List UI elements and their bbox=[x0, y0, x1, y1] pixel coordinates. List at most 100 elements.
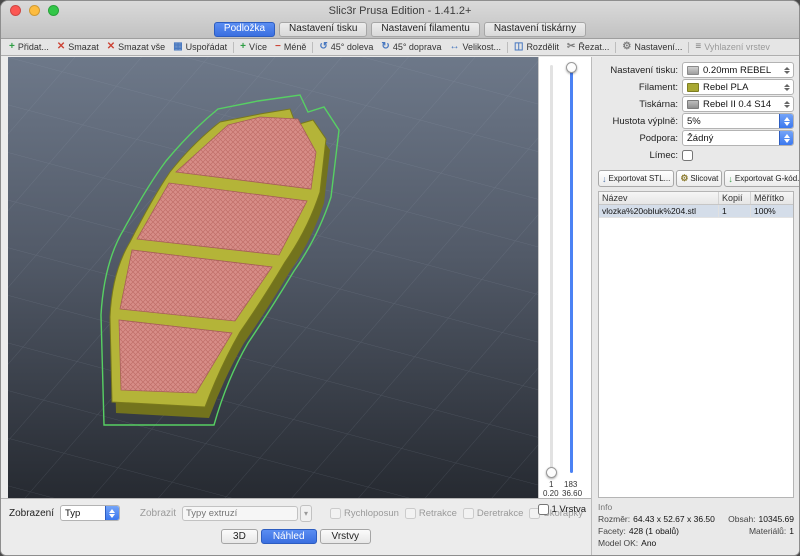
print-settings-label: Nastavení tisku: bbox=[598, 65, 678, 76]
toolbar-arrange[interactable]: ▦Uspořádat bbox=[169, 39, 231, 55]
toolbar-cut[interactable]: ✂Řezat... bbox=[563, 39, 613, 55]
bed-3d-view[interactable] bbox=[8, 57, 538, 498]
tab-print-settings[interactable]: Nastavení tisku bbox=[279, 22, 367, 37]
fewer-copies-icon: − bbox=[275, 42, 281, 52]
view-mode-label: Zobrazení bbox=[9, 508, 54, 519]
rotate-left-icon: ↺ bbox=[319, 42, 327, 52]
upper-layer-slider-knob[interactable] bbox=[566, 62, 577, 73]
export-stl-button[interactable]: ↓Exportovat STL... bbox=[598, 170, 674, 187]
toolbar-more[interactable]: +Více bbox=[236, 39, 271, 55]
chevron-updown-icon bbox=[781, 101, 793, 108]
lower-layer-slider-knob[interactable] bbox=[546, 467, 557, 478]
column-header-scale[interactable]: Měřítko bbox=[751, 192, 793, 204]
filament-combo[interactable]: Rebel PLA bbox=[682, 79, 794, 95]
object-name-cell: vlozka%20obluk%204.stl bbox=[599, 205, 719, 217]
column-header-name[interactable]: Název bbox=[599, 192, 719, 204]
size-label: Rozměr: bbox=[598, 514, 630, 524]
support-combo[interactable]: Žádný bbox=[682, 130, 794, 146]
toolbar-separator bbox=[312, 42, 313, 53]
toolbar-split[interactable]: ◫Rozdělit bbox=[510, 39, 563, 55]
toolbar-delete-all[interactable]: ✕Smazat vše bbox=[103, 39, 169, 55]
toolbar-fewer[interactable]: −Méně bbox=[271, 39, 310, 55]
add-icon: + bbox=[9, 42, 15, 52]
size-value: 64.43 x 52.67 x 36.50 bbox=[633, 514, 715, 524]
layer-smoothing-icon: ≡ bbox=[695, 42, 701, 52]
title-bar: Slic3r Prusa Edition - 1.41.2+ bbox=[1, 1, 799, 21]
lower-layer-slider-track[interactable] bbox=[550, 65, 553, 473]
show-label: Zobrazit bbox=[140, 508, 176, 519]
traffic-lights bbox=[10, 5, 59, 16]
slice-icon: ⚙ bbox=[680, 173, 688, 184]
toolbar-delete[interactable]: ✕Smazat bbox=[53, 39, 103, 55]
scale-icon: ↔ bbox=[449, 42, 459, 52]
printer-label: Tiskárna: bbox=[598, 99, 678, 110]
upper-layer-value: 183 bbox=[564, 480, 577, 489]
right-panel: Nastavení tisku: 0.20mm REBEL Filament: … bbox=[591, 57, 800, 555]
view-preview-button[interactable]: Náhled bbox=[261, 529, 317, 544]
toolbar-settings[interactable]: ⚙Nastavení... bbox=[618, 39, 686, 55]
toolbar-add[interactable]: +Přidat... bbox=[5, 39, 53, 55]
info-section: Info Rozměr: 64.43 x 52.67 x 36.50 Obsah… bbox=[598, 498, 794, 550]
model-ok-label: Model OK: bbox=[598, 538, 638, 548]
table-empty-area bbox=[599, 218, 793, 497]
toolbar-separator bbox=[688, 42, 689, 53]
view-layers-button[interactable]: Vrstvy bbox=[320, 529, 371, 544]
view-type-combo[interactable]: Typ bbox=[60, 505, 120, 521]
3d-viewport[interactable] bbox=[8, 57, 538, 498]
toolbar-scale[interactable]: ↔Velikost... bbox=[445, 39, 505, 55]
export-gcode-button[interactable]: ↓Exportovat G-kód... bbox=[724, 170, 800, 187]
slice-button[interactable]: ⚙Slicovat bbox=[676, 170, 722, 187]
layer-slider-area: 1 183 0.20 36.60 bbox=[538, 57, 591, 498]
filament-color-swatch bbox=[687, 83, 699, 92]
viewport-row: 1 183 0.20 36.60 bbox=[1, 57, 591, 498]
brim-checkbox[interactable] bbox=[682, 150, 693, 161]
table-row[interactable]: vlozka%20obluk%204.stl 1 100% bbox=[599, 205, 793, 218]
upper-layer-height: 36.60 bbox=[562, 489, 582, 498]
print-settings-combo[interactable]: 0.20mm REBEL bbox=[682, 62, 794, 78]
info-title: Info bbox=[598, 502, 794, 512]
preview-controls-row: Zobrazení Typ Zobrazit ▾ Rychloposun Ret… bbox=[1, 499, 591, 522]
upper-layer-slider-track[interactable] bbox=[570, 65, 573, 473]
chevron-updown-icon bbox=[781, 67, 793, 74]
split-icon: ◫ bbox=[514, 42, 523, 52]
chevron-updown-icon bbox=[781, 84, 793, 91]
left-column: 1 183 0.20 36.60 Zobrazení Typ Zobrazit … bbox=[1, 57, 591, 555]
volume-label: Obsah: bbox=[728, 514, 755, 524]
tab-filament-settings[interactable]: Nastavení filamentu bbox=[371, 22, 479, 37]
one-layer-checkbox[interactable]: 1 Vrstva bbox=[538, 504, 587, 515]
minimize-window-button[interactable] bbox=[29, 5, 40, 16]
toolbar-separator bbox=[233, 42, 234, 53]
retractions-checkbox: Retrakce bbox=[405, 508, 457, 519]
app-window: Slic3r Prusa Edition - 1.41.2+ Podložka … bbox=[0, 0, 800, 556]
lower-layer-value: 1 bbox=[549, 480, 553, 489]
toolbar-rotate-left[interactable]: ↺45° doleva bbox=[315, 39, 377, 55]
zoom-window-button[interactable] bbox=[48, 5, 59, 16]
objects-table-header: Název Kopií Měřítko bbox=[599, 192, 793, 205]
tab-printer-settings[interactable]: Nastavení tiskárny bbox=[484, 22, 586, 37]
view-switch-row: 3D Náhled Vrstvy bbox=[1, 529, 591, 544]
printer-icon bbox=[687, 100, 699, 109]
export-gcode-icon: ↓ bbox=[728, 174, 733, 184]
infill-density-combo[interactable]: 5% bbox=[682, 113, 794, 129]
toolbar-separator bbox=[507, 42, 508, 53]
object-copies-cell: 1 bbox=[719, 205, 751, 217]
print-profile-icon bbox=[687, 66, 699, 75]
tab-bar: Podložka Nastavení tisku Nastavení filam… bbox=[1, 21, 799, 39]
window-title: Slic3r Prusa Edition - 1.41.2+ bbox=[329, 5, 472, 17]
materials-label: Materiálů: bbox=[749, 526, 786, 536]
delete-icon: ✕ bbox=[57, 42, 65, 52]
printer-combo[interactable]: Rebel II 0.4 S14 bbox=[682, 96, 794, 112]
column-header-copies[interactable]: Kopií bbox=[719, 192, 751, 204]
export-stl-icon: ↓ bbox=[602, 174, 607, 184]
toolbar-rotate-right[interactable]: ↻45° doprava bbox=[377, 39, 445, 55]
objects-table: Název Kopií Měřítko vlozka%20obluk%204.s… bbox=[598, 191, 794, 498]
arrange-icon: ▦ bbox=[173, 42, 182, 52]
facets-value: 428 (1 obalů) bbox=[629, 526, 679, 536]
close-window-button[interactable] bbox=[10, 5, 21, 16]
model-ok-value: Ano bbox=[641, 538, 656, 548]
view-3d-button[interactable]: 3D bbox=[221, 529, 258, 544]
tab-plater[interactable]: Podložka bbox=[214, 22, 275, 37]
cut-icon: ✂ bbox=[567, 42, 575, 52]
filament-label: Filament: bbox=[598, 82, 678, 93]
travel-checkbox: Rychloposun bbox=[330, 508, 399, 519]
